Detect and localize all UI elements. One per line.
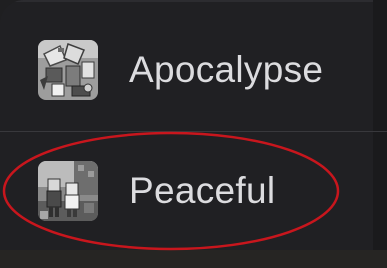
peaceful-mode-icon: [38, 161, 98, 221]
menu-item-apocalypse[interactable]: Apocalypse: [0, 20, 373, 120]
menu-item-peaceful[interactable]: Peaceful: [0, 141, 373, 241]
menu-divider: [0, 131, 387, 132]
game-mode-menu: Apocalypse Peaceful: [0, 0, 387, 268]
menu-bottom-strip: [0, 250, 387, 268]
menu-right-edge: [373, 0, 387, 268]
apocalypse-mode-icon: [38, 40, 98, 100]
menu-item-label: Peaceful: [129, 170, 276, 211]
menu-top-edge: [0, 0, 387, 2]
menu-item-label: Apocalypse: [129, 49, 324, 90]
